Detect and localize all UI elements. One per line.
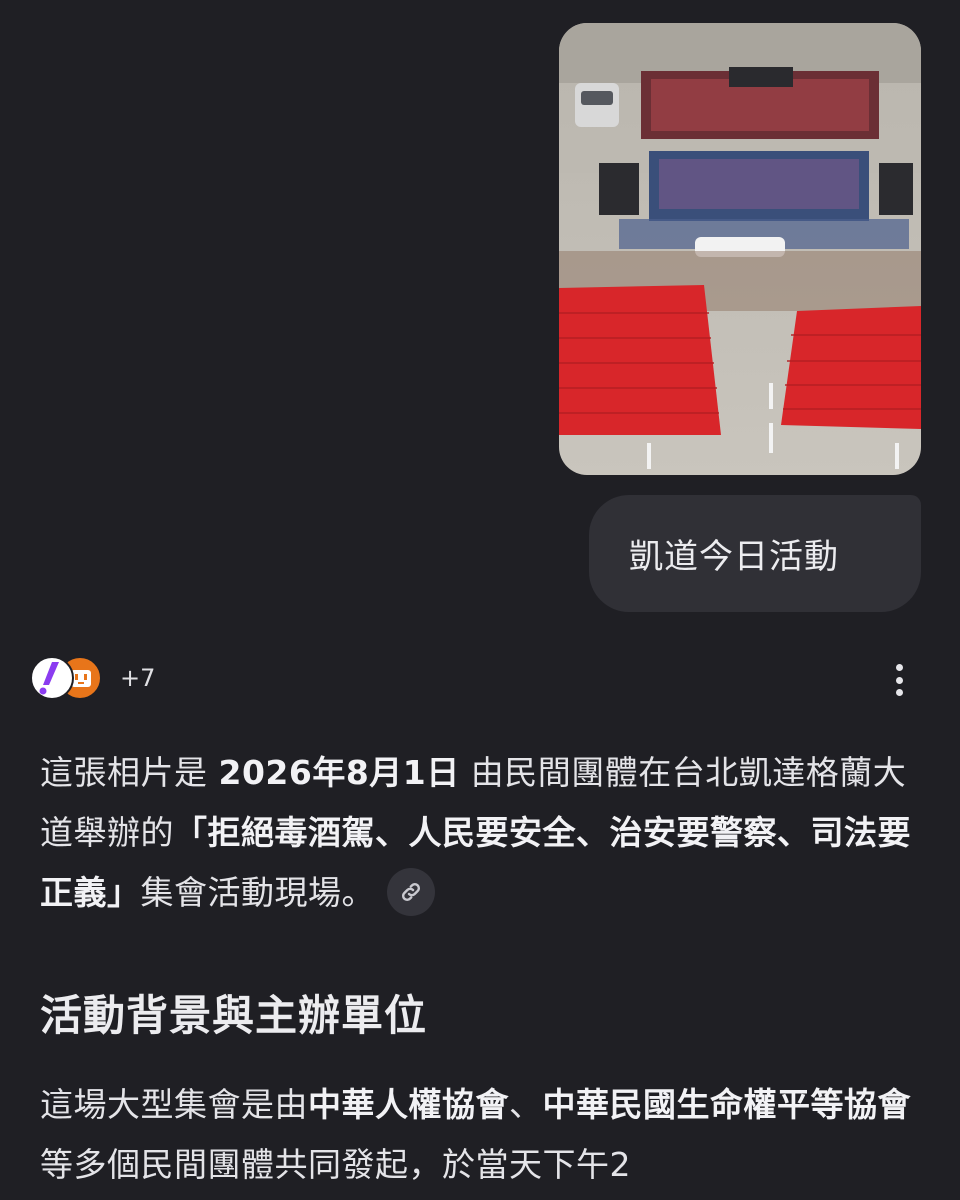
link-icon[interactable] xyxy=(387,867,435,916)
para2-org-1: 中華人權協會 xyxy=(308,1085,509,1124)
para2-text-1: 這場大型集會是由 xyxy=(40,1085,308,1124)
para1-text-3: 集會活動現場。 xyxy=(140,873,375,912)
user-message-bubble: 凱道今日活動 xyxy=(589,495,921,612)
more-sources-count[interactable]: +7 xyxy=(120,664,155,692)
para2-text-3: 等多個民間團體共同發起，於當天下午2 xyxy=(40,1145,631,1184)
section-heading: 活動背景與主辦單位 xyxy=(40,991,428,1040)
user-attached-photo[interactable] xyxy=(559,23,921,475)
exclamation-logo-icon xyxy=(30,656,74,700)
response-header: +7 xyxy=(30,654,930,706)
para2-org-2: 中華民國生命權平等協會 xyxy=(542,1085,911,1124)
response-paragraph-1: 這張相片是 2026年8月1日 由民間團體在台北凱達格蘭大道舉辦的「拒絕毒酒駕、… xyxy=(40,743,920,923)
vertical-dots-icon[interactable] xyxy=(884,660,914,700)
response-paragraph-2: 這場大型集會是由中華人權協會、中華民國生命權平等協會等多個民間團體共同發起，於當… xyxy=(40,1075,920,1195)
para1-text-1: 這張相片是 xyxy=(40,753,219,792)
user-message-text: 凱道今日活動 xyxy=(629,537,839,577)
para2-text-2: 、 xyxy=(509,1085,543,1124)
chat-screen: 凱道今日活動 +7 這張相片是 2026年8月1日 由民間團體在台北凱達格蘭大道… xyxy=(0,0,960,1200)
source-avatars[interactable] xyxy=(30,654,120,704)
para1-date: 2026年8月1日 xyxy=(218,753,460,792)
rally-photo-illustration xyxy=(559,23,921,475)
